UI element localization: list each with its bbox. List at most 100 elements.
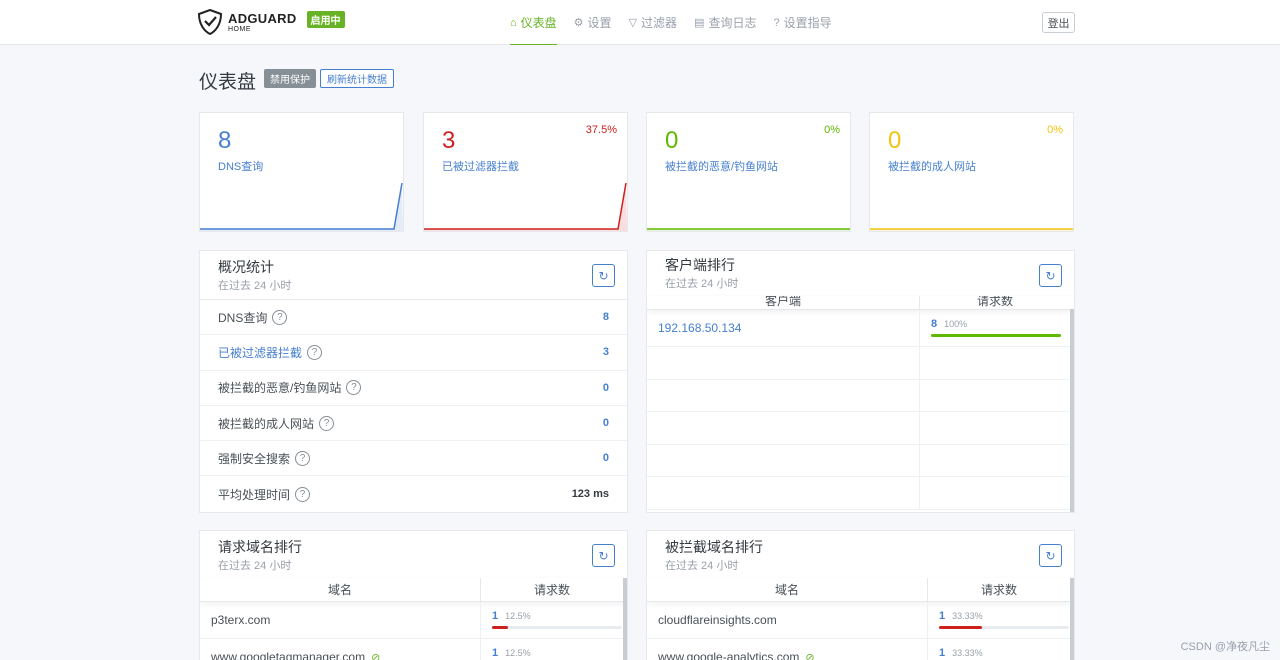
domain-name[interactable]: www.google-analytics.com [658, 650, 799, 660]
stat-label[interactable]: DNS查询 [218, 158, 263, 174]
nav-item-0[interactable]: ⌂ 仪表盘 [510, 0, 557, 45]
client-ip[interactable]: 192.168.50.134 [658, 321, 741, 335]
nav-label: 设置指导 [783, 16, 832, 30]
panel-subtitle: 在过去 24 小时 [218, 560, 292, 572]
column-header-domain[interactable]: 域名 [200, 578, 481, 601]
table-row [647, 379, 1074, 412]
help-icon[interactable]: ? [346, 380, 362, 396]
sparkline-line [424, 182, 627, 230]
row-label-group: 强制安全搜索? [218, 450, 311, 467]
nav-item-4[interactable]: ? 设置指导 [773, 0, 831, 45]
row-label: 被拦截的成人网站 [218, 416, 315, 431]
empty-cell [920, 445, 1070, 477]
client-cell [647, 379, 920, 411]
count-wrap: 8 100% [931, 318, 1061, 337]
nav-label: 仪表盘 [520, 16, 557, 30]
overview-row: 已被过滤器拦截? 3 [200, 335, 627, 371]
domain-cell[interactable]: www.google-analytics.com ⊘ [647, 639, 928, 660]
help-icon[interactable]: ? [295, 486, 311, 502]
row-label-group: 平均处理时间? [218, 486, 311, 503]
table-row: cloudflareinsights.com 1 33.33% [647, 602, 1074, 639]
table-row: p3terx.com 1 12.5% [200, 602, 627, 639]
count-value: 1 [939, 647, 946, 659]
domain-cell[interactable]: www.googletagmanager.com ⊘ [200, 639, 481, 660]
domain-cell[interactable]: cloudflareinsights.com [647, 602, 928, 638]
count-line: 1 12.5% [492, 610, 622, 622]
client-cell [647, 477, 920, 509]
scrollbar[interactable] [623, 578, 627, 660]
nav-item-3[interactable]: ▤ 查询日志 [694, 0, 756, 45]
count-percent: 12.5% [505, 648, 531, 658]
blocked-domains-panel: 被拦截域名排行 在过去 24 小时 ↻ 域名 请求数 cloudflareins… [646, 530, 1075, 660]
refresh-icon[interactable]: ↻ [592, 544, 615, 567]
refresh-icon[interactable]: ↻ [592, 264, 615, 287]
logout-button[interactable]: 登出 [1042, 12, 1075, 33]
sparkline [424, 182, 627, 231]
row-label[interactable]: 已被过滤器拦截 [218, 344, 302, 361]
sparkline-area [424, 183, 627, 231]
domain-name[interactable]: www.googletagmanager.com [211, 650, 365, 660]
column-header-requests[interactable]: 请求数 [928, 578, 1070, 601]
panel-subtitle: 在过去 24 小时 [218, 280, 292, 292]
count-wrap: 1 33.33% [939, 610, 1069, 629]
stat-percent: 0% [1047, 124, 1063, 136]
top-clients-panel: 客户端排行 在过去 24 小时 ↻ 客户端 请求数 192.168.50.134… [646, 250, 1075, 513]
count-value: 1 [939, 610, 946, 622]
scrollbar[interactable] [1070, 309, 1074, 512]
stat-card: 0 被拦截的成人网站 0% [869, 112, 1074, 232]
progress-bar [492, 626, 622, 629]
logo-subtitle: HOME [228, 25, 251, 33]
help-icon[interactable]: ? [307, 344, 323, 360]
tracker-eye-icon[interactable]: ⊘ [805, 651, 814, 660]
scrollbar[interactable] [1070, 578, 1074, 660]
row-label-group: 被拦截的成人网站? [218, 415, 335, 432]
column-header-domain[interactable]: 域名 [647, 578, 928, 601]
refresh-stats-button[interactable]: 刷新统计数据 [320, 69, 394, 88]
help-icon[interactable]: ? [295, 450, 311, 466]
domain-cell[interactable]: p3terx.com [200, 602, 481, 638]
nav-icon: ? [773, 16, 780, 29]
progress-bar [931, 334, 1061, 337]
overview-row: 被拦截的成人网站? 0 [200, 406, 627, 442]
sparkline-area [200, 183, 403, 231]
stat-label[interactable]: 被拦截的成人网站 [888, 158, 976, 174]
stat-value: 8 [218, 127, 232, 154]
nav-label: 过滤器 [641, 16, 678, 30]
row-value: 8 [602, 311, 609, 324]
count-wrap: 1 33.33% [939, 647, 1069, 660]
column-header-requests[interactable]: 请求数 [481, 578, 623, 601]
stat-value: 0 [665, 127, 679, 154]
help-icon[interactable]: ? [272, 309, 288, 325]
sparkline-line [200, 182, 403, 230]
panel-subtitle: 在过去 24 小时 [665, 278, 739, 290]
domain-name[interactable]: cloudflareinsights.com [658, 613, 777, 627]
table-row [647, 477, 1074, 510]
client-cell[interactable]: 192.168.50.134 [647, 310, 920, 346]
row-label-group: 已被过滤器拦截? [218, 344, 323, 361]
nav-icon: ⚙ [573, 17, 584, 29]
refresh-icon[interactable]: ↻ [1039, 264, 1062, 287]
refresh-icon[interactable]: ↻ [1039, 544, 1062, 567]
empty-cell [920, 380, 1070, 412]
client-cell [647, 347, 920, 379]
nav-item-1[interactable]: ⚙ 设置 [574, 0, 612, 45]
count-percent: 33.33% [952, 648, 983, 658]
tracker-eye-icon[interactable]: ⊘ [371, 651, 380, 660]
table-row [647, 347, 1074, 380]
adguard-logo[interactable]: ADGUARD HOME 启用中 [198, 9, 345, 35]
stat-label[interactable]: 已被过滤器拦截 [442, 158, 519, 174]
nav-item-2[interactable]: ▽ 过滤器 [629, 0, 677, 45]
disable-protection-button[interactable]: 禁用保护 [264, 69, 316, 88]
count-cell: 1 33.33% [928, 602, 1070, 638]
count-line: 1 33.33% [939, 647, 1069, 659]
nav-icon: ⌂ [510, 16, 517, 29]
stat-card: 0 被拦截的恶意/钓鱼网站 0% [646, 112, 851, 232]
help-icon[interactable]: ? [319, 415, 335, 431]
table-row: www.google-analytics.com ⊘ 1 33.33% [647, 639, 1074, 660]
row-value: 0 [602, 417, 609, 430]
stat-label[interactable]: 被拦截的恶意/钓鱼网站 [665, 158, 778, 174]
overview-row: 平均处理时间? 123 ms [200, 476, 627, 511]
panel-title: 请求域名排行 [218, 539, 302, 555]
domain-name[interactable]: p3terx.com [211, 613, 270, 627]
count-cell: 1 33.33% [928, 639, 1070, 660]
